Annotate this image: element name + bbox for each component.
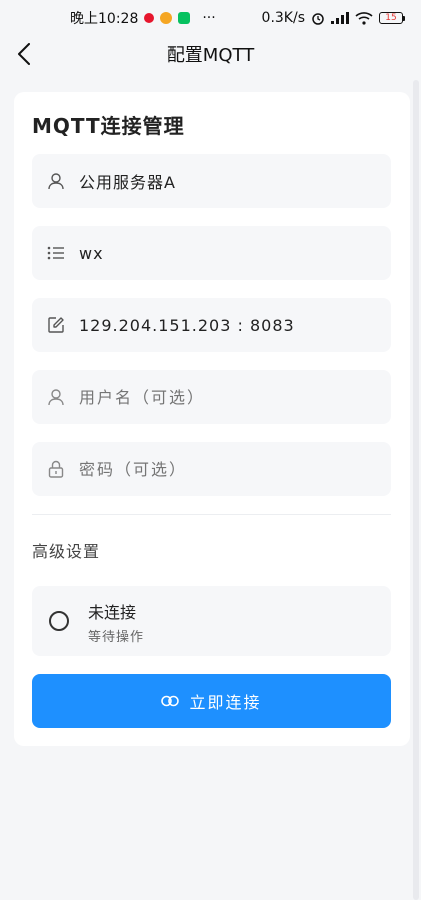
- lock-icon: [46, 459, 66, 479]
- user-icon: [46, 387, 66, 407]
- link-icon: [161, 695, 180, 707]
- status-radio-icon: [49, 611, 69, 631]
- back-button[interactable]: [10, 40, 38, 68]
- divider: [32, 514, 391, 515]
- weibo-icon: [144, 13, 155, 23]
- status-right: 0.3K/s 15: [261, 10, 405, 26]
- card-title: MQTT连接管理: [32, 114, 185, 138]
- username-field[interactable]: [32, 370, 391, 424]
- list-icon: [46, 243, 66, 263]
- alarm-icon: [312, 13, 324, 25]
- topic-field[interactable]: wx: [32, 226, 391, 280]
- connection-status: 未连接: [88, 603, 137, 622]
- net-speed: 0.3K/s: [261, 10, 305, 26]
- username-input[interactable]: [79, 387, 359, 407]
- password-field[interactable]: [32, 442, 391, 496]
- address-field[interactable]: 129.204.151.203 : 8083: [32, 298, 391, 352]
- connect-button[interactable]: 立即连接: [32, 674, 391, 728]
- mqtt-card: MQTT连接管理 公用服务器A wx 129.204.151.203 : 808…: [14, 92, 410, 746]
- connection-status-box: 未连接 等待操作: [32, 586, 391, 656]
- wifi-icon: [355, 11, 373, 25]
- password-input[interactable]: [79, 459, 359, 479]
- status-left: 晚上10:28 ···: [70, 8, 216, 28]
- wechat-icon: [178, 12, 191, 24]
- connection-detail: 等待操作: [88, 630, 145, 645]
- back-arrow-icon: [18, 43, 30, 65]
- user-icon: [46, 171, 66, 191]
- advanced-settings-label[interactable]: 高级设置: [32, 538, 100, 562]
- battery-icon: 15: [379, 12, 405, 24]
- status-time: 晚上10:28: [70, 11, 139, 27]
- weibo-app-icon: [160, 12, 173, 24]
- server-name-field[interactable]: 公用服务器A: [32, 154, 391, 208]
- scrollbar[interactable]: [413, 80, 419, 900]
- topic-value: wx: [79, 243, 104, 263]
- status-bar: 晚上10:28 ··· 0.3K/s 15: [0, 0, 421, 36]
- nav-bar: 配置MQTT: [0, 36, 421, 72]
- connect-button-label: 立即连接: [189, 693, 262, 712]
- status-more-dots: ···: [202, 10, 216, 26]
- signal-icon: [331, 12, 349, 24]
- address-value: 129.204.151.203 : 8083: [79, 315, 295, 335]
- edit-icon: [46, 315, 66, 335]
- page-title: 配置MQTT: [166, 45, 255, 66]
- server-name-value: 公用服务器A: [79, 173, 176, 192]
